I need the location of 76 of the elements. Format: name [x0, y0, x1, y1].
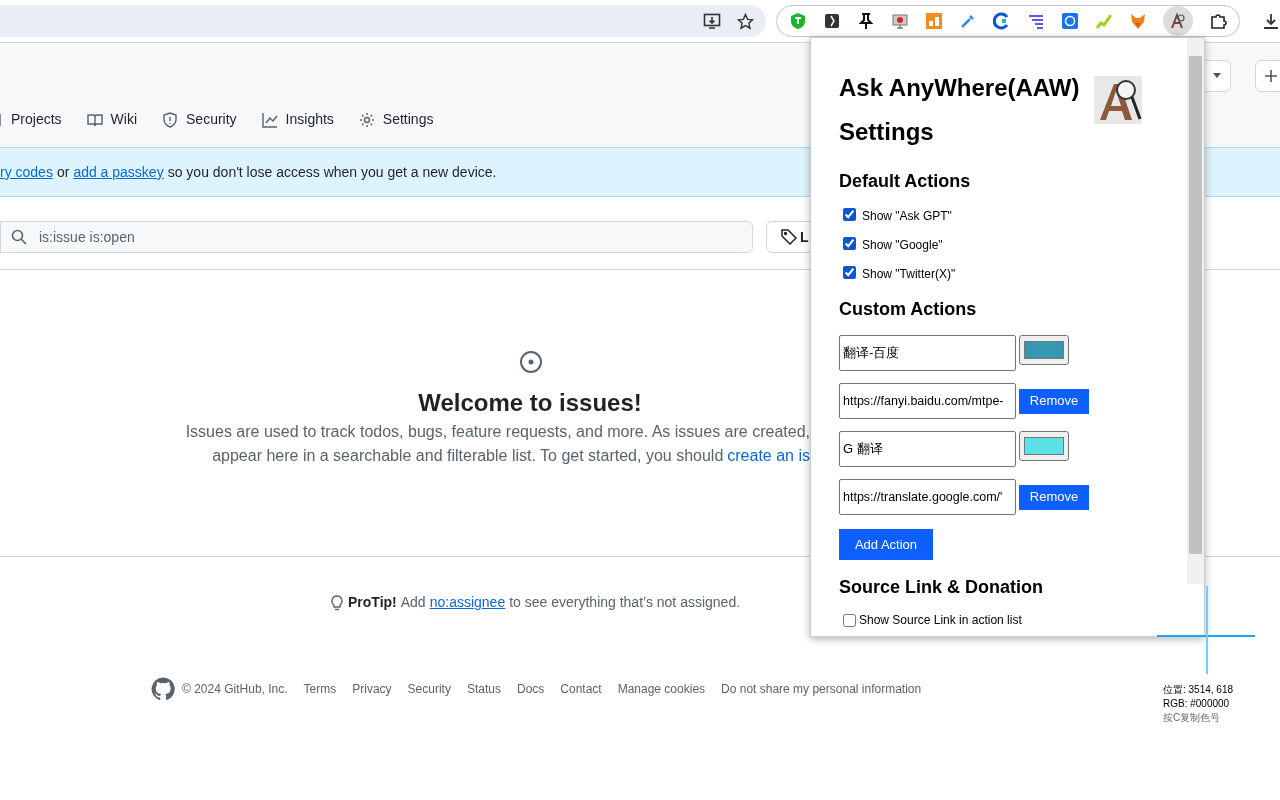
section-heading: Source Link & Donation [839, 576, 1044, 599]
tab-icon [358, 111, 375, 128]
tab-icon [261, 111, 278, 128]
create-issue-link[interactable]: create an is [727, 444, 810, 468]
checkbox-option[interactable]: Show "Twitter(X)" [839, 267, 1204, 281]
download-icon[interactable] [1262, 12, 1280, 30]
checkbox[interactable] [843, 265, 856, 279]
magnifier-letter-icon [1094, 76, 1142, 124]
repo-tab[interactable]: Wiki [86, 109, 137, 130]
tab-icon [86, 111, 103, 128]
remove-button[interactable]: Remove [1019, 484, 1089, 510]
stacked-lines-icon[interactable] [1027, 12, 1045, 30]
banner-text: so you don't lose access when you get a new device. [167, 162, 497, 182]
tab-icon [162, 111, 178, 128]
banner-link[interactable]: ry codes [0, 161, 53, 183]
footer-link[interactable]: Manage cookies [617, 680, 706, 698]
section-heading: Default Actions [839, 170, 972, 193]
color-picker[interactable] [1019, 335, 1069, 365]
scrollbar[interactable] [1187, 38, 1204, 584]
repo-tab[interactable]: Insights [261, 109, 334, 130]
checkbox-option[interactable]: Show "Google" [839, 238, 1204, 252]
checkbox[interactable] [843, 236, 856, 250]
protip-text: Add [400, 593, 426, 612]
fox-icon[interactable] [1129, 12, 1147, 30]
repo-tab[interactable]: Projects [0, 109, 62, 130]
empty-state-title: Welcome to issues! [417, 388, 643, 418]
name-field[interactable]: G 翻译 [839, 431, 1016, 467]
puzzle-icon[interactable] [1209, 12, 1227, 30]
popup-title: Ask AnyWhere(AAW) Settings [839, 73, 1081, 147]
empty-state-description: Issues are used to track todos, bugs, feature requests, and more. As issues are created, [185, 422, 810, 442]
section-heading: Custom Actions [839, 298, 978, 321]
checkbox-option[interactable]: Show Source Link in action list [839, 611, 1204, 629]
copy-hint: 按C复制色号 [1163, 711, 1222, 725]
url-field[interactable]: https://translate.google.com/' [839, 479, 1016, 515]
monitor-icon[interactable] [891, 12, 909, 30]
checkbox[interactable] [843, 613, 856, 627]
magnifier-letter-icon[interactable] [1169, 12, 1187, 30]
copyright-text: © 2024 GitHub, Inc. [182, 681, 288, 698]
lightbulb-icon [330, 594, 344, 611]
footer-link[interactable]: Terms [303, 680, 337, 698]
remove-button[interactable]: Remove [1019, 388, 1089, 414]
repo-tab[interactable]: Settings [358, 109, 434, 130]
ring-icon[interactable] [993, 12, 1011, 30]
repo-tab[interactable]: Security [162, 109, 237, 130]
star-icon[interactable] [737, 12, 754, 30]
shield-icon[interactable] [789, 12, 807, 30]
checkbox[interactable] [843, 207, 856, 221]
protip-label: ProTip! [348, 593, 397, 612]
footer-link[interactable]: Docs [516, 680, 545, 698]
tag-icon [781, 229, 797, 245]
banner-link[interactable]: add a passkey [73, 161, 164, 183]
plus-icon [1264, 69, 1278, 83]
search-field[interactable]: is:issue is:open [0, 221, 753, 253]
position-readout: 位置: 3514, 618 [1163, 683, 1234, 697]
protip-link[interactable]: no:assignee [429, 592, 506, 613]
footer-link[interactable]: Contact [560, 680, 602, 698]
caret-icon [1212, 73, 1222, 79]
install-icon[interactable] [703, 12, 721, 30]
issue-open-icon [519, 350, 543, 374]
checkbox-option[interactable]: Show "Ask GPT" [839, 209, 1204, 223]
empty-state-description: appear here in a searchable and filterable list. To get started, you should [212, 446, 724, 466]
url-field[interactable]: https://fanyi.baidu.com/mtpe- [839, 383, 1016, 419]
rgb-readout: RGB: #000000 [1163, 697, 1231, 711]
footer-link[interactable]: Privacy [352, 680, 392, 698]
pin-icon[interactable] [857, 12, 875, 30]
name-field[interactable]: 翻译-百度 [839, 335, 1016, 371]
protip-text: to see everything that’s not assigned. [509, 593, 741, 612]
footer-link[interactable]: Status [466, 680, 501, 698]
banner-text: or [56, 162, 70, 182]
color-picker[interactable] [1019, 431, 1069, 461]
github-logo-icon[interactable] [151, 677, 175, 701]
footer-link[interactable]: Do not share my personal information [721, 680, 922, 698]
search-icon [11, 229, 27, 245]
footer-link[interactable]: Security [407, 680, 451, 698]
add-action-button[interactable]: Add Action [839, 529, 933, 560]
panel-icon[interactable] [823, 12, 841, 30]
